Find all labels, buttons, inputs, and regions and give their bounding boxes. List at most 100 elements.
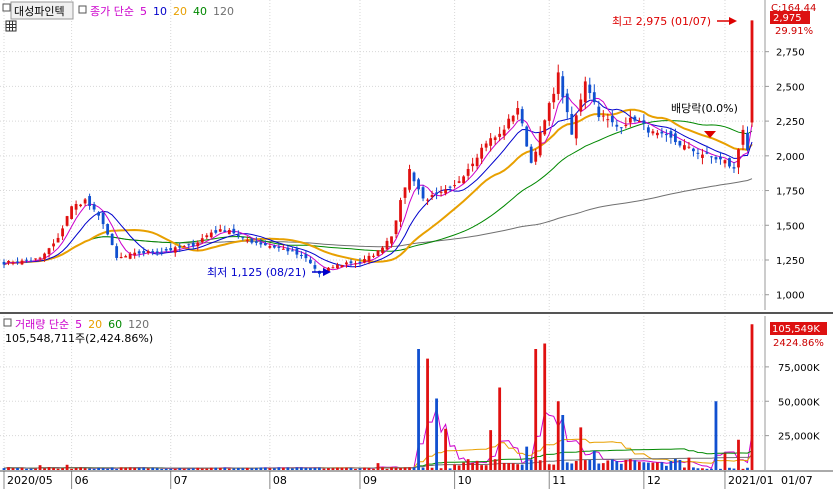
candle-body [439,191,443,193]
candle-body [669,131,673,138]
volume-bar [439,468,443,470]
price-tick-label: 2,250 [776,117,805,128]
grid-icon[interactable] [5,20,17,32]
candle-body [349,261,353,264]
volume-bar [534,349,538,470]
volume-bar [624,459,628,470]
candle-body [133,252,137,256]
volume-bar [88,468,92,470]
volume-bar [692,467,695,470]
candle-body [493,137,497,141]
candle-body [683,145,686,150]
candle-body [719,156,722,160]
volume-bar [444,428,447,470]
candle-body [687,146,691,148]
candle-body [664,134,668,136]
volume-bar [124,467,128,470]
candle-body [385,240,389,250]
candle-body [565,93,569,113]
candle-body [462,176,466,184]
volume-bar [408,467,411,470]
candle-body [381,247,384,253]
volume-bar [16,467,19,470]
volume-legend-toggle-icon[interactable] [3,318,12,327]
volume-bar [137,467,141,470]
candle-body [705,152,709,154]
volume-bar [637,461,641,470]
volume-bar [164,468,168,470]
volume-bar [628,459,632,470]
candle-body [196,242,200,247]
candle-body [588,84,592,94]
volume-bar [358,468,362,470]
volume-bar [79,467,83,470]
legend-period: 120 [213,5,234,18]
candle-body [187,244,191,246]
x-tick-label: 07 [174,474,188,487]
x-tick-label: 01/07 [781,474,813,487]
candle-body [128,253,132,259]
volume-bar [65,464,69,470]
candle-body [696,152,700,154]
candle-body [480,147,484,159]
candle-body [254,241,258,243]
candle-body [597,106,601,118]
chart-background [0,0,833,489]
candle-body [345,262,348,265]
volume-bar [412,467,416,470]
candle-body [281,248,285,250]
candle-body [263,243,267,246]
volume-bar [592,450,596,470]
candle-body [610,115,614,123]
x-tick-label: 08 [273,474,287,487]
volume-bar [619,463,623,470]
candle-body [218,229,222,232]
stock-name: 대성파인텍 [14,5,65,18]
volume-bar [430,467,434,470]
volume-bar [520,464,524,470]
volume-bar [101,468,105,470]
candle-body [52,243,55,247]
volume-bar [47,467,51,470]
legend-period: 20 [173,5,187,18]
volume-bar [669,461,673,470]
candle-body [74,204,78,210]
candle-body [579,99,583,112]
candle-body [628,117,632,123]
candle-body [399,200,402,222]
legend-period: 5 [75,318,82,331]
menu-icon[interactable] [2,3,11,12]
candle-body [466,168,470,176]
volume-bar [281,467,285,470]
candle-body [534,151,538,162]
volume-bar [574,460,578,470]
volume-bar [701,468,704,470]
high-annotation: 최고 2,975 (01/07) [612,15,711,28]
candle-body [191,242,195,247]
volume-bar [507,463,511,470]
candle-body [205,235,209,238]
volume-bar [169,468,173,470]
volume-bar [633,460,637,470]
volume-bar [7,467,10,470]
volume-bar [110,467,114,470]
chart-window: 1,000 1,250 1,500 1,750 2,000 2,250 2,500 2,750… [0,0,833,489]
candle-body [56,237,60,243]
volume-bar [178,468,182,470]
candle-body [142,251,146,254]
candle-body [268,246,272,248]
volume-bar [20,467,24,470]
volume-bar [254,467,258,470]
volume-bar [97,467,101,470]
volume-bar [354,468,357,470]
candle-body [223,230,227,232]
volume-bar [588,459,592,470]
legend-toggle-icon[interactable] [78,5,87,14]
candle-body [331,267,335,269]
candle-body [92,204,96,210]
x-tick-label: 10 [458,474,472,487]
volume-bar [750,324,754,470]
volume-bar [313,467,317,470]
candle-body [660,131,664,134]
volume-bar [250,468,254,470]
